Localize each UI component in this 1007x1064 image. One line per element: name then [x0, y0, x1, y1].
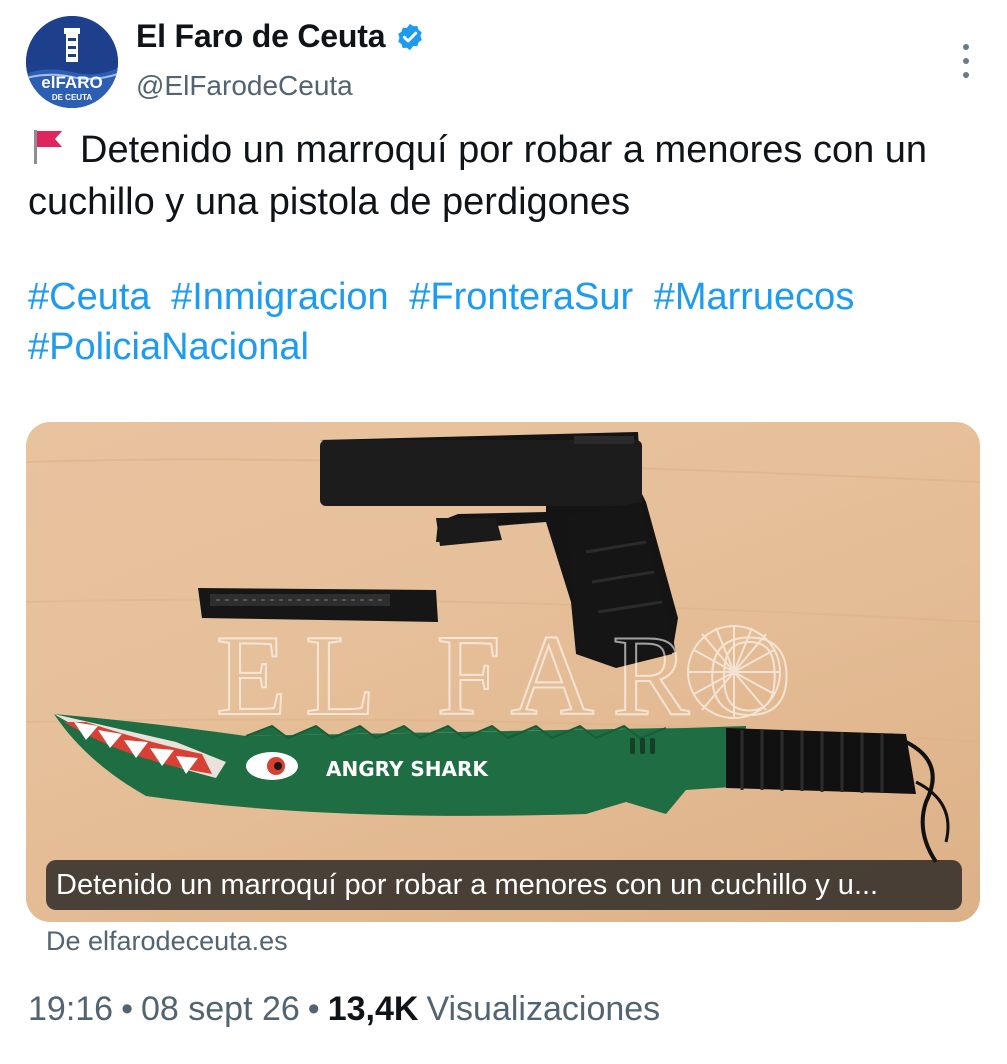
avatar-logo-text: elFARO: [41, 73, 102, 92]
weapons-photo: EL FARO ANGRY SHARK: [26, 432, 980, 864]
tweet-time[interactable]: 19:16: [28, 990, 113, 1028]
tweet-date[interactable]: 08 sept 26: [141, 990, 300, 1028]
hashtag-link[interactable]: #FronteraSur: [409, 276, 633, 318]
red-flag-icon: [34, 130, 62, 164]
tweet-text: Detenido un marroquí por robar a menores…: [28, 124, 978, 228]
author-handle[interactable]: @ElFarodeCeuta: [136, 70, 353, 102]
hashtag-link[interactable]: #Marruecos: [654, 276, 855, 318]
tweet-meta: 19:16 • 08 sept 26 • 13,4K Visualizaciones: [28, 990, 660, 1029]
meta-separator: •: [307, 990, 320, 1028]
hashtag-link[interactable]: #Inmigracion: [171, 276, 389, 318]
machete-image: ANGRY SHARK: [54, 714, 950, 864]
watermark-text: EL FARO: [216, 612, 809, 740]
tweet-body-text: Detenido un marroquí por robar a menores…: [28, 129, 928, 223]
knife-brand-text: ANGRY SHARK: [326, 757, 489, 781]
meta-separator: •: [121, 990, 133, 1028]
lighthouse-logo-icon: elFARO DE CEUTA: [26, 16, 118, 108]
hashtag-list: #Ceuta #Inmigracion #FronteraSur #Marrue…: [28, 272, 978, 372]
more-options-icon[interactable]: [959, 44, 973, 78]
views-label: Visualizaciones: [426, 990, 661, 1028]
author-name-row[interactable]: El Faro de Ceuta: [136, 18, 425, 55]
watermark: EL FARO: [215, 611, 809, 741]
hashtag-link[interactable]: #Ceuta: [28, 276, 151, 318]
tweet-card: elFARO DE CEUTA El Faro de Ceuta @ElFaro…: [0, 0, 1007, 1064]
verified-badge-icon: [398, 23, 423, 50]
media-image[interactable]: EL FARO ANGRY SHARK: [26, 422, 980, 922]
avatar[interactable]: elFARO DE CEUTA: [26, 16, 118, 108]
link-source[interactable]: De elfarodeceuta.es: [46, 926, 288, 957]
author-display-name[interactable]: El Faro de Ceuta: [136, 18, 386, 55]
media-caption[interactable]: Detenido un marroquí por robar a menores…: [46, 860, 962, 910]
hashtag-link[interactable]: #PoliciaNacional: [28, 326, 309, 368]
avatar-logo-subtext: DE CEUTA: [52, 93, 93, 102]
views-count: 13,4K: [327, 990, 419, 1028]
